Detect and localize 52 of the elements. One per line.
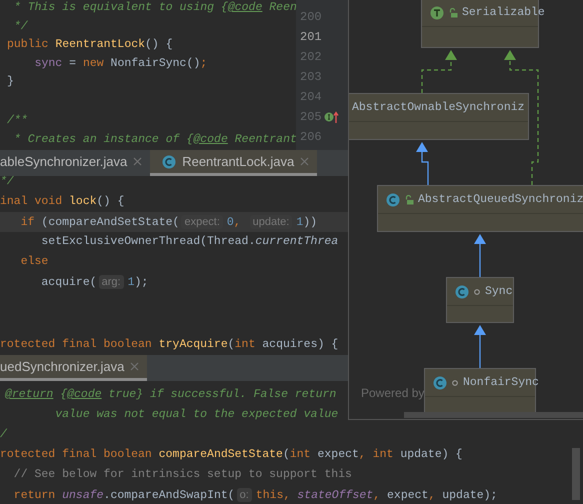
lock-icon: [448, 8, 458, 18]
class-node[interactable]: AbstractOwnableSynchroniz: [349, 93, 529, 140]
code-line: sync = new NonfairSync();: [34, 56, 208, 72]
class-name: Sync: [485, 285, 513, 298]
scrollbar-thumb[interactable]: [404, 412, 583, 418]
scrollbar-thumb[interactable]: [572, 448, 580, 500]
line-number: 201: [300, 30, 322, 44]
class-name: NonfairSync: [463, 376, 539, 389]
class-icon: [162, 154, 176, 168]
code-line: value was not equal to the expected value: [54, 407, 338, 423]
code-line: rotected final boolean compareAndSetState(int expect, int update) {: [0, 447, 462, 463]
class-node[interactable]: Sync: [446, 277, 514, 323]
class-node[interactable]: AbstractQueuedSynchroniz: [377, 185, 583, 232]
close-icon[interactable]: [300, 157, 310, 166]
code-line: setExclusiveOwnerThread(Thread.currentThrea: [40, 234, 340, 250]
code-line: return unsafe.compareAndSwapInt( o: this, stateOffset, expect, update);: [12, 487, 498, 504]
code-line: */: [12, 18, 28, 34]
code-line: public ReentrantLock() {: [7, 37, 173, 53]
editor-tab[interactable]: uedSynchronizer.java: [0, 355, 148, 381]
lock-icon: [404, 194, 414, 204]
extends-arrow: [416, 142, 429, 185]
code-line: /: [0, 427, 7, 443]
class-name: AbstractQueuedSynchroniz: [418, 193, 583, 206]
class-icon: [455, 284, 469, 298]
code-line: inal void lock() {: [0, 194, 126, 210]
code-line: }: [7, 74, 14, 90]
interface-icon: [430, 6, 444, 20]
dot-icon: [451, 378, 459, 386]
powered-by-label: Powered by: [361, 386, 424, 400]
close-icon[interactable]: [133, 157, 142, 166]
code-line: * This is equivalent to using {@code Reen: [12, 0, 297, 16]
code-line: else: [20, 254, 50, 270]
extends-arrow: [474, 325, 486, 368]
code-line: acquire( arg: 1);: [40, 274, 150, 291]
code-line: * Creates an instance of {@code Reentrant: [12, 132, 297, 148]
class-name: AbstractOwnableSynchroniz: [352, 101, 525, 114]
class-node[interactable]: NonfairSync: [424, 368, 536, 415]
code-line: @return {@code true} if successful. False return: [4, 387, 336, 403]
class-icon: [433, 376, 447, 390]
code-line: // See below for intrinsics setup to support this: [12, 467, 352, 483]
close-icon[interactable]: [130, 362, 140, 371]
abstract-class-icon: [386, 192, 400, 206]
dot-icon: [473, 288, 481, 296]
implements-arrow: [421, 50, 457, 93]
editor-tab[interactable]: ableSynchronizer.java: [0, 150, 150, 176]
extends-arrow: [474, 234, 486, 277]
class-name: Serializable: [462, 6, 545, 19]
code-line: /**: [7, 113, 28, 129]
editor-tab[interactable]: ReentrantLock.java: [150, 150, 318, 176]
code-line: */: [0, 176, 15, 190]
gutter-marker-icon[interactable]: [324, 111, 339, 123]
code-line: rotected final boolean tryAcquire(int acquires) {: [0, 337, 340, 353]
